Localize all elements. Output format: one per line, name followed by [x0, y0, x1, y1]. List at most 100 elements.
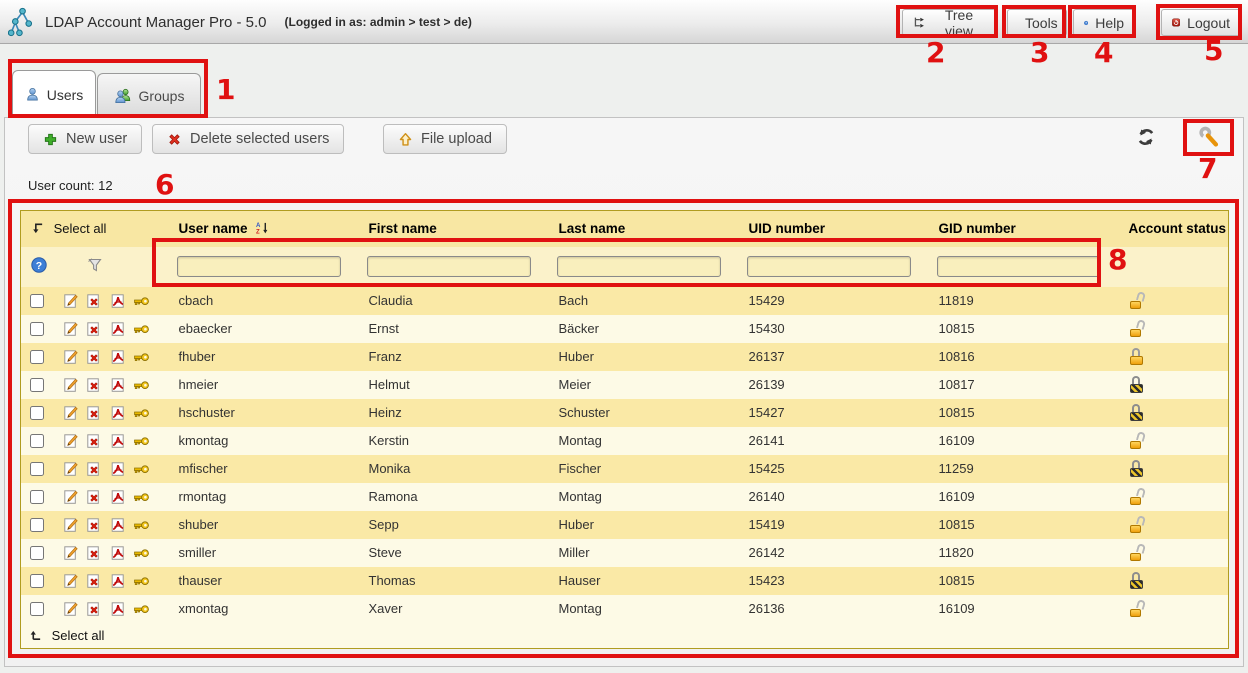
password-key-icon[interactable] — [133, 601, 149, 617]
cell-username[interactable]: shuber — [159, 511, 349, 539]
edit-pencil-icon[interactable] — [63, 321, 79, 337]
edit-pencil-icon[interactable] — [63, 573, 79, 589]
pdf-icon[interactable] — [110, 377, 126, 393]
delete-row-icon[interactable] — [86, 545, 102, 561]
row-checkbox[interactable] — [30, 602, 44, 616]
account-status-icon[interactable] — [1129, 320, 1147, 337]
row-checkbox[interactable] — [30, 406, 44, 420]
row-checkbox[interactable] — [30, 518, 44, 532]
edit-pencil-icon[interactable] — [63, 461, 79, 477]
cell-username[interactable]: kmontag — [159, 427, 349, 455]
delete-row-icon[interactable] — [86, 321, 102, 337]
filter-funnel-icon[interactable] — [87, 257, 103, 273]
select-all-header[interactable]: Select all — [21, 211, 159, 247]
account-status-icon[interactable] — [1129, 404, 1147, 421]
new-user-button[interactable]: New user — [28, 124, 142, 154]
edit-pencil-icon[interactable] — [63, 489, 79, 505]
row-checkbox[interactable] — [30, 434, 44, 448]
cell-username[interactable]: rmontag — [159, 483, 349, 511]
account-status-icon[interactable] — [1129, 572, 1147, 589]
column-header-first-name[interactable]: First name — [349, 211, 539, 247]
edit-pencil-icon[interactable] — [63, 405, 79, 421]
row-checkbox[interactable] — [30, 462, 44, 476]
account-status-icon[interactable] — [1129, 544, 1147, 561]
password-key-icon[interactable] — [133, 293, 149, 309]
cell-username[interactable]: xmontag — [159, 595, 349, 623]
delete-row-icon[interactable] — [86, 601, 102, 617]
column-header-last-name[interactable]: Last name — [539, 211, 729, 247]
filter-user-name-input[interactable] — [177, 256, 341, 277]
delete-row-icon[interactable] — [86, 405, 102, 421]
pdf-icon[interactable] — [110, 349, 126, 365]
edit-pencil-icon[interactable] — [63, 293, 79, 309]
filter-help-icon[interactable] — [31, 257, 47, 273]
refresh-icon[interactable] — [1136, 127, 1156, 147]
password-key-icon[interactable] — [133, 545, 149, 561]
account-status-icon[interactable] — [1129, 488, 1147, 505]
password-key-icon[interactable] — [133, 517, 149, 533]
pdf-icon[interactable] — [110, 573, 126, 589]
edit-pencil-icon[interactable] — [63, 377, 79, 393]
delete-row-icon[interactable] — [86, 489, 102, 505]
account-status-icon[interactable] — [1129, 348, 1147, 365]
tools-button[interactable]: Tools — [1007, 9, 1067, 36]
pdf-icon[interactable] — [110, 517, 126, 533]
edit-pencil-icon[interactable] — [63, 349, 79, 365]
help-button[interactable]: Help — [1073, 9, 1135, 36]
row-checkbox[interactable] — [30, 574, 44, 588]
password-key-icon[interactable] — [133, 377, 149, 393]
row-checkbox[interactable] — [30, 546, 44, 560]
cell-username[interactable]: cbach — [159, 287, 349, 315]
cell-username[interactable]: ebaecker — [159, 315, 349, 343]
account-status-icon[interactable] — [1129, 376, 1147, 393]
edit-pencil-icon[interactable] — [63, 601, 79, 617]
password-key-icon[interactable] — [133, 349, 149, 365]
pdf-icon[interactable] — [110, 489, 126, 505]
edit-pencil-icon[interactable] — [63, 517, 79, 533]
logout-button[interactable]: Logout — [1161, 9, 1241, 36]
password-key-icon[interactable] — [133, 405, 149, 421]
cell-username[interactable]: mfischer — [159, 455, 349, 483]
password-key-icon[interactable] — [133, 461, 149, 477]
pdf-icon[interactable] — [110, 433, 126, 449]
delete-row-icon[interactable] — [86, 377, 102, 393]
column-header-gid-number[interactable]: GID number — [919, 211, 1109, 247]
pdf-icon[interactable] — [110, 321, 126, 337]
row-checkbox[interactable] — [30, 378, 44, 392]
filter-uid-input[interactable] — [747, 256, 911, 277]
account-status-icon[interactable] — [1129, 516, 1147, 533]
tab-users[interactable]: Users — [12, 70, 96, 118]
account-status-icon[interactable] — [1129, 460, 1147, 477]
delete-row-icon[interactable] — [86, 461, 102, 477]
password-key-icon[interactable] — [133, 573, 149, 589]
delete-row-icon[interactable] — [86, 517, 102, 533]
password-key-icon[interactable] — [133, 321, 149, 337]
tree-view-button[interactable]: Tree view — [902, 9, 996, 36]
row-checkbox[interactable] — [30, 322, 44, 336]
cell-username[interactable]: hschuster — [159, 399, 349, 427]
cell-username[interactable]: thauser — [159, 567, 349, 595]
file-upload-button[interactable]: File upload — [383, 124, 507, 154]
filter-first-name-input[interactable] — [367, 256, 531, 277]
pdf-icon[interactable] — [110, 545, 126, 561]
delete-row-icon[interactable] — [86, 573, 102, 589]
cell-username[interactable]: hmeier — [159, 371, 349, 399]
row-checkbox[interactable] — [30, 350, 44, 364]
delete-row-icon[interactable] — [86, 433, 102, 449]
delete-row-icon[interactable] — [86, 349, 102, 365]
pdf-icon[interactable] — [110, 601, 126, 617]
cell-username[interactable]: smiller — [159, 539, 349, 567]
pdf-icon[interactable] — [110, 461, 126, 477]
filter-gid-input[interactable] — [937, 256, 1101, 277]
account-status-icon[interactable] — [1129, 292, 1147, 309]
filter-last-name-input[interactable] — [557, 256, 721, 277]
pdf-icon[interactable] — [110, 405, 126, 421]
delete-row-icon[interactable] — [86, 293, 102, 309]
sort-az-icon[interactable] — [256, 221, 269, 235]
edit-pencil-icon[interactable] — [63, 545, 79, 561]
account-status-icon[interactable] — [1129, 600, 1147, 617]
row-checkbox[interactable] — [30, 490, 44, 504]
column-header-uid-number[interactable]: UID number — [729, 211, 919, 247]
edit-pencil-icon[interactable] — [63, 433, 79, 449]
password-key-icon[interactable] — [133, 433, 149, 449]
